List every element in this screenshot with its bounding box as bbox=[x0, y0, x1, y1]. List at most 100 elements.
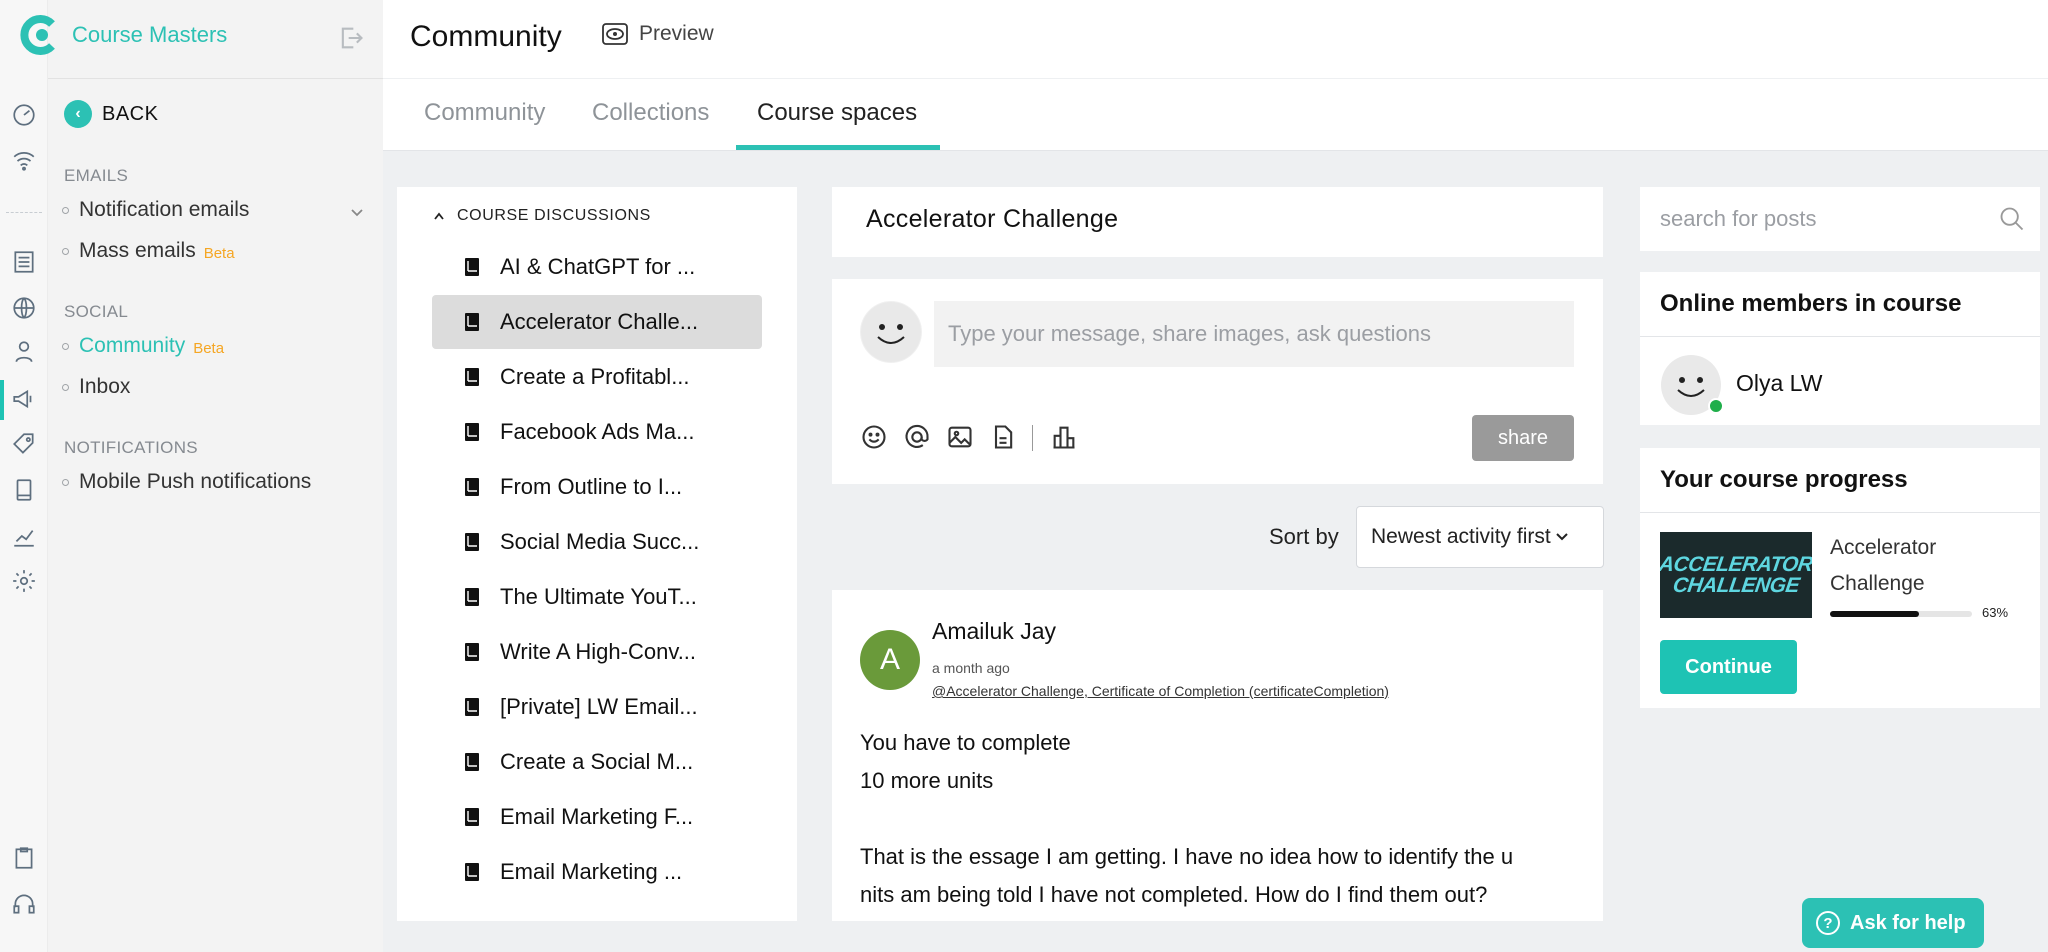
sidebar-item-label: Mass emails bbox=[79, 239, 196, 262]
book-icon bbox=[465, 258, 479, 276]
book-icon bbox=[465, 423, 479, 441]
post-text-line: You have to complete bbox=[860, 730, 1071, 755]
search-posts-input[interactable] bbox=[1660, 187, 1990, 251]
analytics-icon[interactable] bbox=[10, 522, 38, 550]
author-avatar[interactable]: A bbox=[860, 630, 920, 690]
discussion-item[interactable]: Write A High-Conv... bbox=[432, 625, 762, 679]
bullet-icon bbox=[62, 383, 69, 391]
sidebar-item-inbox[interactable]: Inbox bbox=[62, 375, 130, 399]
poll-chart-icon[interactable] bbox=[1050, 423, 1078, 451]
book-icon bbox=[465, 313, 479, 331]
back-label: BACK bbox=[102, 102, 159, 125]
ask-for-help-button[interactable]: ? Ask for help bbox=[1802, 898, 1984, 948]
help-label: Ask for help bbox=[1850, 911, 1966, 934]
tab-community[interactable]: Community bbox=[424, 99, 545, 127]
discussion-label: Create a Social M... bbox=[500, 749, 694, 774]
clipboard-icon[interactable] bbox=[10, 844, 38, 872]
continue-button[interactable]: Continue bbox=[1660, 640, 1797, 694]
progress-percent: 63% bbox=[1982, 605, 2009, 620]
brand-name[interactable]: Course Masters bbox=[72, 22, 227, 48]
megaphone-icon[interactable] bbox=[10, 385, 38, 413]
image-icon[interactable] bbox=[946, 423, 974, 451]
progress-bar-fill bbox=[1830, 611, 1920, 617]
discussion-item[interactable]: Email Marketing F... bbox=[432, 790, 762, 844]
post-author[interactable]: Amailuk Jay bbox=[932, 618, 1056, 645]
sort-select[interactable]: Newest activity first bbox=[1356, 506, 1604, 568]
sidebar-item-mobile-push[interactable]: Mobile Push notifications bbox=[62, 470, 311, 494]
tab-course-spaces[interactable]: Course spaces bbox=[757, 99, 917, 127]
mobile-icon[interactable] bbox=[10, 476, 38, 504]
discussion-item[interactable]: The Ultimate YouT... bbox=[432, 570, 762, 624]
discussion-item[interactable]: AI & ChatGPT for ... bbox=[432, 240, 762, 294]
chevron-down-icon[interactable] bbox=[349, 205, 365, 221]
progress-divider bbox=[1640, 512, 2040, 513]
post-text-line: 10 more units bbox=[860, 768, 994, 793]
course-thumbnail[interactable]: ACCELERATOR CHALLENGE bbox=[1660, 532, 1812, 618]
sidebar-item-label: Community bbox=[79, 334, 186, 357]
discussion-item[interactable]: Create a Social M... bbox=[432, 735, 762, 789]
post-time: a month ago bbox=[932, 660, 1010, 676]
space-title: Accelerator Challenge bbox=[866, 205, 1119, 233]
course-masters-logo bbox=[20, 15, 55, 55]
post-mention-link[interactable]: @Accelerator Challenge, Certificate of C… bbox=[932, 683, 1389, 699]
section-title-social: SOCIAL bbox=[64, 302, 129, 321]
courses-icon[interactable] bbox=[10, 248, 38, 276]
course-progress-card: Your course progress ACCELERATOR CHALLEN… bbox=[1640, 448, 2040, 708]
sidebar-item-label: Notification emails bbox=[79, 198, 250, 221]
preview-button[interactable]: Preview bbox=[601, 22, 714, 46]
course-name[interactable]: Accelerator Challenge bbox=[1830, 530, 1936, 602]
beta-badge: Beta bbox=[193, 339, 225, 357]
search-icon[interactable] bbox=[1998, 205, 2026, 233]
sidebar-item-community[interactable]: Community Beta bbox=[62, 334, 224, 358]
tab-collections[interactable]: Collections bbox=[592, 99, 709, 127]
share-button[interactable]: share bbox=[1472, 415, 1574, 461]
discussion-label: Email Marketing ... bbox=[500, 859, 683, 884]
discussion-item[interactable]: Social Media Succ... bbox=[432, 515, 762, 569]
sort-label: Sort by bbox=[1269, 524, 1339, 549]
rail-active-indicator bbox=[0, 380, 4, 420]
document-icon[interactable] bbox=[989, 423, 1017, 451]
book-icon bbox=[465, 368, 479, 386]
discussion-item[interactable]: From Outline to I... bbox=[432, 460, 762, 514]
discussion-label: [Private] LW Email... bbox=[500, 694, 698, 719]
chevron-down-icon bbox=[1555, 533, 1568, 541]
sidebar: Course Masters ‹ BACK EMAILS Notificatio… bbox=[20, 0, 383, 952]
online-status-dot bbox=[1708, 398, 1724, 414]
course-name-line: Accelerator bbox=[1830, 536, 1937, 559]
sidebar-item-mass-emails[interactable]: Mass emails Beta bbox=[62, 239, 235, 263]
bullet-icon bbox=[62, 247, 69, 255]
beta-badge: Beta bbox=[203, 244, 235, 262]
message-input[interactable] bbox=[934, 301, 1574, 367]
emoji-icon[interactable] bbox=[860, 423, 888, 451]
globe-icon[interactable] bbox=[10, 294, 38, 322]
page-title: Community bbox=[410, 20, 562, 53]
sidebar-divider bbox=[48, 78, 383, 79]
back-button[interactable]: ‹ BACK bbox=[64, 100, 158, 128]
member-name[interactable]: Olya LW bbox=[1736, 370, 1822, 397]
wifi-icon[interactable] bbox=[10, 146, 38, 174]
member-avatar[interactable] bbox=[1660, 354, 1724, 416]
book-icon bbox=[465, 808, 479, 826]
discussion-item[interactable]: [Private] LW Email... bbox=[432, 680, 762, 734]
online-members-card: Online members in course Olya LW bbox=[1640, 272, 2040, 425]
discussion-label: Accelerator Challe... bbox=[500, 309, 699, 334]
headset-icon[interactable] bbox=[10, 890, 38, 918]
dashboard-icon[interactable] bbox=[10, 101, 38, 129]
discussion-item[interactable]: Accelerator Challe... bbox=[432, 295, 762, 349]
sidebar-item-notification-emails[interactable]: Notification emails bbox=[62, 198, 249, 222]
sort-value: Newest activity first bbox=[1371, 525, 1551, 548]
tag-icon[interactable] bbox=[10, 430, 38, 458]
book-icon bbox=[465, 753, 479, 771]
book-icon bbox=[465, 863, 479, 881]
post-card: A Amailuk Jay a month ago @Accelerator C… bbox=[832, 590, 1603, 921]
discussion-item[interactable]: Email Marketing ... bbox=[432, 845, 762, 899]
discussion-item[interactable]: Facebook Ads Ma... bbox=[432, 405, 762, 459]
settings-gear-icon[interactable] bbox=[10, 567, 38, 595]
active-tab-indicator bbox=[736, 145, 940, 150]
mention-icon[interactable] bbox=[903, 423, 931, 451]
course-discussions-header[interactable]: COURSE DISCUSSIONS bbox=[433, 207, 651, 225]
users-icon[interactable] bbox=[10, 338, 38, 366]
book-icon bbox=[465, 533, 479, 551]
discussion-item[interactable]: Create a Profitabl... bbox=[432, 350, 762, 404]
logout-icon[interactable] bbox=[337, 24, 365, 52]
